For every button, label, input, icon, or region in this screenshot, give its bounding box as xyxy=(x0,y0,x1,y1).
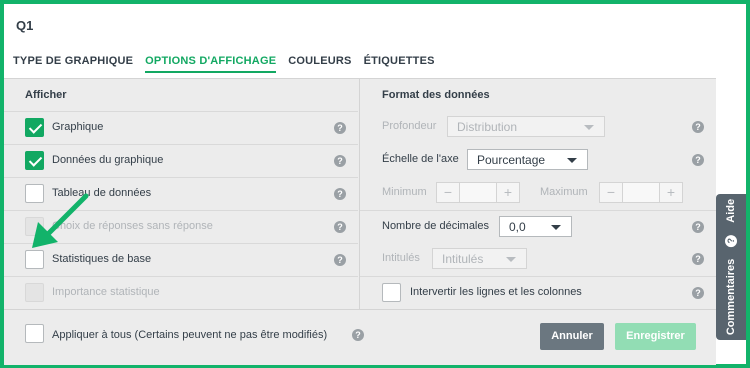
echelle-select[interactable]: Pourcentage xyxy=(467,149,588,170)
tab-etiquettes[interactable]: ÉTIQUETTES xyxy=(364,55,435,73)
tab-bar: TYPE DE GRAPHIQUE OPTIONS D'AFFICHAGE CO… xyxy=(13,55,447,73)
echelle-value: Pourcentage xyxy=(477,153,546,167)
chevron-down-icon xyxy=(584,125,594,130)
minus-icon[interactable]: − xyxy=(600,183,622,202)
donnees-graphique-checkbox[interactable] xyxy=(25,151,44,170)
option-row-donnees-graphique: Données du graphique ? xyxy=(4,144,358,177)
chevron-down-icon xyxy=(551,225,561,230)
help-icon[interactable]: ? xyxy=(334,221,346,233)
tab-couleurs[interactable]: COULEURS xyxy=(288,55,351,73)
help-icon[interactable]: ? xyxy=(334,188,346,200)
help-icon[interactable]: ? xyxy=(692,253,704,265)
maximum-label: Maximum xyxy=(540,186,588,198)
apply-all-label: Appliquer à tous (Certains peuvent ne pa… xyxy=(52,329,328,341)
dialog-footer: Appliquer à tous (Certains peuvent ne pa… xyxy=(4,309,716,365)
row-min-max: Minimum − + Maximum − + xyxy=(360,177,716,210)
feedback-help-tab[interactable]: Commentaires ? Aide xyxy=(716,194,746,340)
minimum-label: Minimum xyxy=(382,186,427,198)
arrow-shaft xyxy=(43,193,89,239)
help-icon[interactable]: ? xyxy=(352,329,364,341)
tab-type-de-graphique[interactable]: TYPE DE GRAPHIQUE xyxy=(13,55,133,73)
question-icon: ? xyxy=(725,234,737,247)
dialog-header: Q1 TYPE DE GRAPHIQUE OPTIONS D'AFFICHAGE… xyxy=(4,4,716,78)
plus-icon[interactable]: + xyxy=(497,183,519,202)
format-heading: Format des données xyxy=(382,89,490,101)
minimum-input[interactable] xyxy=(459,183,497,202)
tab-options-affichage[interactable]: OPTIONS D'AFFICHAGE xyxy=(145,55,277,73)
options-panel: Afficher Graphique ? Données du graphiqu… xyxy=(4,78,716,365)
profondeur-value: Distribution xyxy=(457,120,518,134)
option-label: Statistiques de base xyxy=(52,253,152,265)
save-button[interactable]: Enregistrer xyxy=(615,323,696,350)
help-icon[interactable]: ? xyxy=(692,154,704,166)
feedback-label[interactable]: Commentaires xyxy=(725,259,737,335)
minus-icon[interactable]: − xyxy=(437,183,459,202)
option-row-graphique: Graphique ? xyxy=(4,111,358,144)
intitules-select[interactable]: Intitulés xyxy=(432,248,527,269)
profondeur-label: Profondeur xyxy=(382,120,437,132)
decimales-select[interactable]: 0,0 xyxy=(499,216,572,237)
afficher-heading: Afficher xyxy=(25,89,67,101)
help-icon[interactable]: ? xyxy=(692,121,704,133)
profondeur-select[interactable]: Distribution xyxy=(447,116,605,137)
row-profondeur: Profondeur Distribution ? xyxy=(360,111,716,144)
intervertir-checkbox[interactable] xyxy=(382,283,401,302)
question-title: Q1 xyxy=(16,18,34,33)
maximum-input[interactable] xyxy=(622,183,660,202)
format-column: Format des données Profondeur Distributi… xyxy=(359,79,716,309)
echelle-label: Échelle de l'axe xyxy=(382,153,459,165)
option-label: Données du graphique xyxy=(52,154,164,166)
chevron-down-icon xyxy=(567,158,577,163)
help-icon[interactable]: ? xyxy=(692,287,704,299)
intervertir-label: Intervertir les lignes et les colonnes xyxy=(410,286,582,298)
graphique-checkbox[interactable] xyxy=(25,118,44,137)
option-label: Graphique xyxy=(52,121,104,133)
help-icon[interactable]: ? xyxy=(334,254,346,266)
apply-all-checkbox[interactable] xyxy=(25,324,44,343)
importance-statistique-checkbox[interactable] xyxy=(25,283,44,302)
row-echelle: Échelle de l'axe Pourcentage ? xyxy=(360,144,716,177)
option-row-importance-statistique: Importance statistique xyxy=(4,276,358,309)
chevron-down-icon xyxy=(506,257,516,262)
help-icon[interactable]: ? xyxy=(334,122,346,134)
row-intitules: Intitulés Intitulés ? xyxy=(360,243,716,276)
decimales-value: 0,0 xyxy=(509,220,526,234)
minimum-stepper[interactable]: − + xyxy=(436,182,520,203)
annotation-arrow-icon xyxy=(32,193,89,248)
intitules-value: Intitulés xyxy=(442,252,484,266)
plus-icon[interactable]: + xyxy=(660,183,682,202)
help-icon[interactable]: ? xyxy=(692,221,704,233)
row-intervertir: Intervertir les lignes et les colonnes ? xyxy=(360,276,716,309)
help-icon[interactable]: ? xyxy=(334,155,346,167)
statistiques-base-checkbox[interactable] xyxy=(25,250,44,269)
help-label[interactable]: Aide xyxy=(725,199,737,223)
row-decimales: Nombre de décimales 0,0 ? xyxy=(360,210,716,243)
decimales-label: Nombre de décimales xyxy=(382,220,489,232)
maximum-stepper[interactable]: − + xyxy=(599,182,683,203)
intitules-label: Intitulés xyxy=(382,252,420,264)
cancel-button[interactable]: Annuler xyxy=(540,323,604,350)
option-label: Importance statistique xyxy=(52,286,160,298)
